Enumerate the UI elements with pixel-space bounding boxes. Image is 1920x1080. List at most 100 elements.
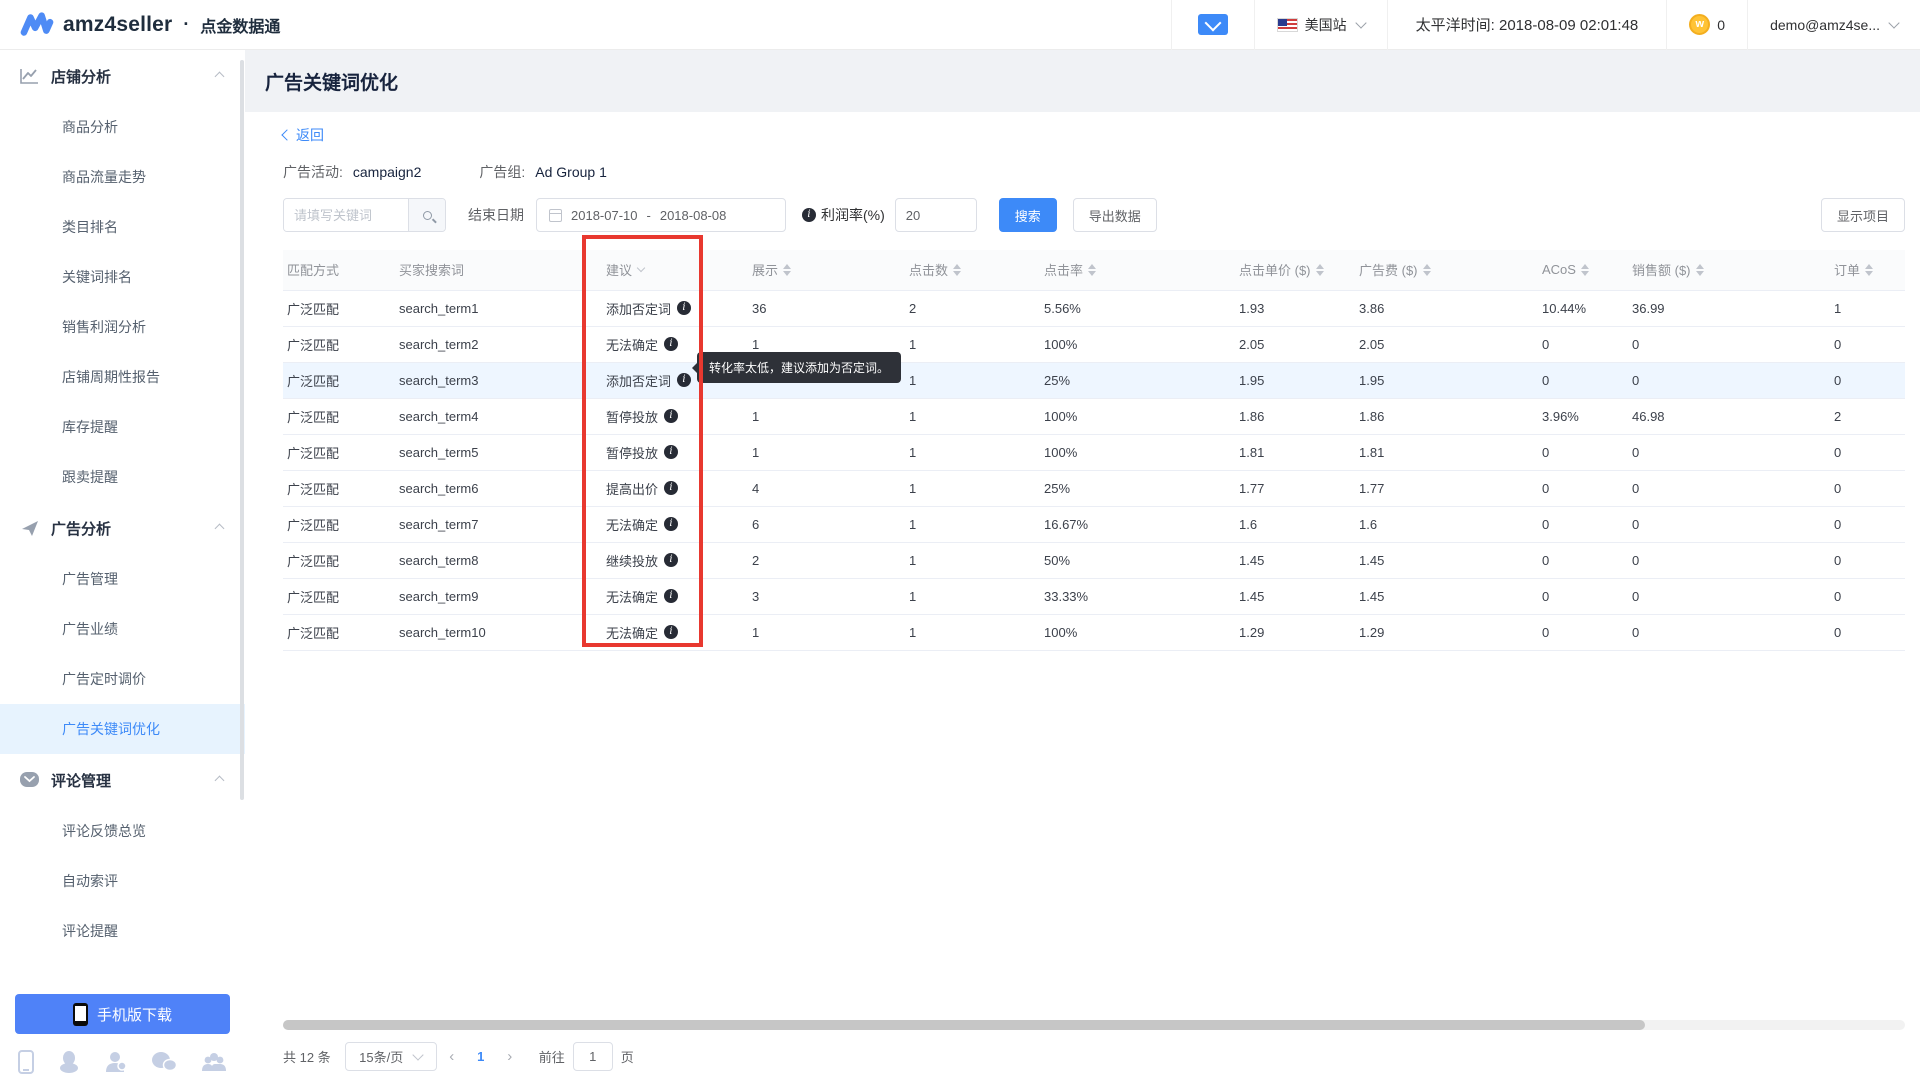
- cell-clicks: 1: [905, 542, 1040, 578]
- us-flag-icon: [1277, 18, 1298, 32]
- keyword-search-input[interactable]: [284, 199, 408, 231]
- sidebar-item[interactable]: 广告定时调价: [0, 654, 245, 704]
- sidebar-item[interactable]: 跟卖提醒: [0, 452, 245, 502]
- sort-icon[interactable]: [1423, 264, 1431, 276]
- column-header-suggestion[interactable]: 建议: [602, 250, 748, 290]
- cell-ctr: 16.67%: [1040, 506, 1235, 542]
- table-row: 广泛匹配search_term7无法确定6116.67%1.61.6000: [283, 506, 1905, 542]
- column-header-spend[interactable]: 广告费 ($): [1355, 250, 1538, 290]
- sidebar-item[interactable]: 评论提醒: [0, 906, 245, 956]
- info-icon[interactable]: [802, 208, 816, 222]
- sidebar-item[interactable]: 广告管理: [0, 554, 245, 604]
- back-link[interactable]: 返回: [283, 125, 324, 145]
- sidebar-section-shop-analysis: 店铺分析 商品分析商品流量走势类目排名关键词排名销售利润分析店铺周期性报告库存提…: [0, 50, 245, 502]
- prev-page-button[interactable]: ‹: [437, 1048, 467, 1065]
- column-header-clicks[interactable]: 点击数: [905, 250, 1040, 290]
- sort-icon[interactable]: [1865, 264, 1873, 276]
- info-icon[interactable]: [664, 337, 678, 351]
- sidebar-item[interactable]: 广告关键词优化: [0, 704, 245, 754]
- sidebar-section-label: 广告分析: [51, 518, 204, 539]
- column-header-impressions[interactable]: 展示: [748, 250, 905, 290]
- cell-term: search_term9: [395, 578, 602, 614]
- table-row: 广泛匹配search_term1添加否定词3625.56%1.933.8610.…: [283, 290, 1905, 326]
- sidebar-item[interactable]: 关键词排名: [0, 252, 245, 302]
- sort-icon[interactable]: [783, 264, 791, 276]
- filter-chevron-icon: [637, 264, 645, 272]
- goto-page-input[interactable]: [573, 1042, 613, 1071]
- mobile-download-button[interactable]: 手机版下载: [15, 994, 230, 1034]
- table-row: 广泛匹配search_term4暂停投放11100%1.861.863.96%4…: [283, 398, 1905, 434]
- cell-term: search_term6: [395, 470, 602, 506]
- sidebar-item[interactable]: 店铺周期性报告: [0, 352, 245, 402]
- sidebar-item[interactable]: 商品流量走势: [0, 152, 245, 202]
- mobile-app-icon[interactable]: [18, 1050, 34, 1074]
- sort-icon[interactable]: [1581, 264, 1589, 276]
- info-icon[interactable]: [677, 373, 691, 387]
- sidebar-section-header-shop-analysis[interactable]: 店铺分析: [0, 50, 245, 102]
- account-menu[interactable]: demo@amz4se...: [1747, 0, 1920, 50]
- sort-icon[interactable]: [953, 264, 961, 276]
- chevron-up-icon: [215, 71, 225, 81]
- column-header-orders[interactable]: 订单: [1830, 250, 1905, 290]
- cell-impressions: 1: [748, 398, 905, 434]
- next-page-button[interactable]: ›: [495, 1048, 525, 1065]
- cell-cpc: 1.86: [1235, 398, 1355, 434]
- info-icon[interactable]: [664, 517, 678, 531]
- profit-rate-input[interactable]: [895, 198, 977, 232]
- export-data-button[interactable]: 导出数据: [1073, 198, 1157, 232]
- display-items-button[interactable]: 显示项目: [1821, 198, 1905, 232]
- time-text: 太平洋时间: 2018-08-09 02:01:48: [1416, 14, 1639, 35]
- sidebar-item[interactable]: 评论反馈总览: [0, 806, 245, 856]
- cell-acos: 0: [1538, 506, 1628, 542]
- total-count: 共 12 条: [283, 1047, 331, 1066]
- sidebar-item[interactable]: 库存提醒: [0, 402, 245, 452]
- sidebar-item[interactable]: 销售利润分析: [0, 302, 245, 352]
- messages-button[interactable]: [1171, 0, 1254, 50]
- sidebar-item[interactable]: 类目排名: [0, 202, 245, 252]
- sort-icon[interactable]: [1316, 264, 1324, 276]
- date-range-picker[interactable]: 2018-07-10 - 2018-08-08: [536, 198, 786, 232]
- marketplace-selector[interactable]: 美国站: [1254, 0, 1387, 50]
- coin-icon: [1689, 14, 1710, 35]
- sidebar-item[interactable]: 广告业绩: [0, 604, 245, 654]
- info-icon[interactable]: [677, 301, 691, 315]
- customer-service-icon[interactable]: [105, 1050, 127, 1074]
- page-number[interactable]: 1: [467, 1049, 495, 1064]
- column-header-acos[interactable]: ACoS: [1538, 250, 1628, 290]
- cell-cpc: 1.81: [1235, 434, 1355, 470]
- sidebar-item[interactable]: 自动索评: [0, 856, 245, 906]
- keyword-search-button[interactable]: [408, 199, 445, 231]
- cell-orders: 0: [1830, 578, 1905, 614]
- info-icon[interactable]: [664, 481, 678, 495]
- info-icon[interactable]: [664, 625, 678, 639]
- app-logo[interactable]: amz4seller · 点金数据通: [0, 11, 280, 39]
- cell-sales: 36.99: [1628, 290, 1830, 326]
- search-button[interactable]: 搜索: [999, 198, 1057, 232]
- community-icon[interactable]: [201, 1051, 227, 1073]
- horizontal-scrollbar-thumb[interactable]: [283, 1020, 1645, 1030]
- info-icon[interactable]: [664, 553, 678, 567]
- info-icon[interactable]: [664, 589, 678, 603]
- column-header-sales[interactable]: 销售额 ($): [1628, 250, 1830, 290]
- sort-icon[interactable]: [1696, 264, 1704, 276]
- table-row: 广泛匹配search_term8继续投放2150%1.451.45000: [283, 542, 1905, 578]
- page-size-select[interactable]: 15条/页: [345, 1042, 437, 1071]
- info-icon[interactable]: [664, 445, 678, 459]
- coin-balance[interactable]: 0: [1666, 0, 1747, 50]
- cell-suggestion: 添加否定词: [602, 290, 748, 326]
- cell-sales: 0: [1628, 506, 1830, 542]
- sidebar-item[interactable]: 商品分析: [0, 102, 245, 152]
- sidebar-section-header-ad-analysis[interactable]: 广告分析: [0, 502, 245, 554]
- sidebar-section-header-review-management[interactable]: 评论管理: [0, 754, 245, 806]
- sidebar-scrollbar[interactable]: [240, 60, 244, 800]
- cell-ctr: 25%: [1040, 470, 1235, 506]
- content-card: 返回 广告活动: campaign2 广告组: Ad Group 1 结束日期: [245, 112, 1920, 1080]
- qq-icon[interactable]: [58, 1050, 80, 1074]
- top-bar: amz4seller · 点金数据通 美国站 太平洋时间: 2018-08-09…: [0, 0, 1920, 50]
- sort-icon[interactable]: [1088, 264, 1096, 276]
- info-icon[interactable]: [664, 409, 678, 423]
- mobile-download-label: 手机版下载: [97, 1004, 172, 1025]
- column-header-ctr[interactable]: 点击率: [1040, 250, 1235, 290]
- wechat-icon[interactable]: [151, 1051, 177, 1073]
- column-header-cpc[interactable]: 点击单价 ($): [1235, 250, 1355, 290]
